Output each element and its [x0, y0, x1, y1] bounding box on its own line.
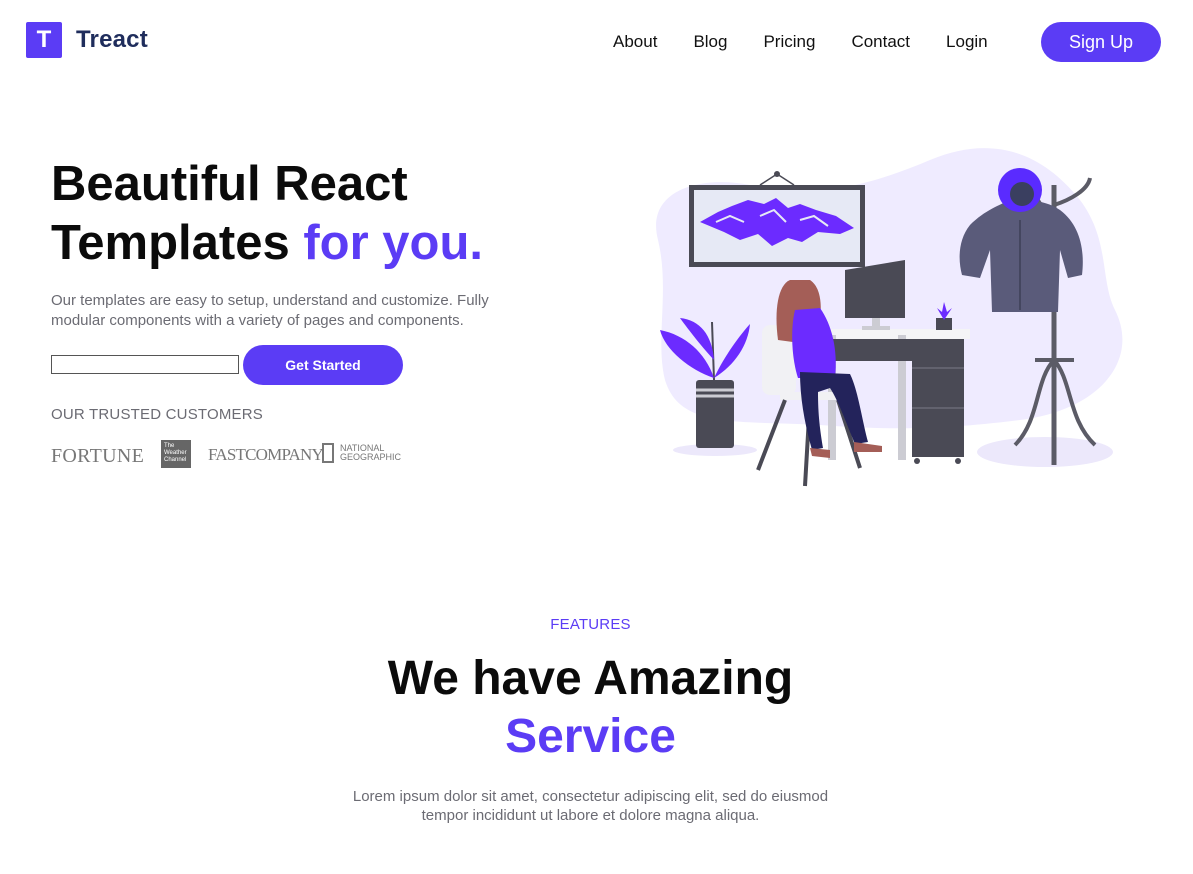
natgeo-frame-icon [322, 443, 334, 463]
hero-title: Beautiful React Templates for you. [51, 155, 483, 273]
features-description: Lorem ipsum dolor sit amet, consectetur … [352, 788, 829, 824]
hero-title-accent: for you. [303, 216, 484, 270]
brand-name: Treact [76, 26, 148, 53]
cabinet-wheel-left [914, 458, 920, 464]
woman-shoe-right [854, 442, 882, 452]
desk-top [820, 329, 970, 339]
nav-contact[interactable]: Contact [851, 32, 910, 52]
hero-title-line1: Beautiful React [51, 157, 408, 211]
nav-about[interactable]: About [613, 32, 657, 52]
fortune-logo: FORTUNE [51, 445, 145, 467]
monitor-base [862, 326, 890, 330]
features-title-accent: Service [505, 710, 676, 763]
jacket-hood-inner [1010, 182, 1034, 206]
features-title: We have Amazing Service [0, 650, 1181, 766]
cabinet-wheel-right [955, 458, 961, 464]
national-geographic-logo: NATIONAL GEOGRAPHIC [322, 443, 410, 463]
hero-illustration [656, 148, 1123, 487]
get-started-button[interactable]: Get Started [243, 345, 403, 385]
fast-company-logo: FASTCOMPANY [208, 445, 324, 464]
nav-login[interactable]: Login [946, 32, 988, 52]
frame-hook-right [776, 173, 795, 186]
signup-button[interactable]: Sign Up [1041, 22, 1161, 62]
brand-logo[interactable]: T Treact [26, 22, 148, 58]
main-nav: About Blog Pricing Contact Login [595, 22, 1006, 62]
natgeo-logo-text: NATIONAL GEOGRAPHIC [340, 443, 402, 462]
desk-cabinet [912, 339, 964, 457]
logo-mark-icon: T [26, 22, 62, 58]
features-title-main: We have Amazing [387, 652, 794, 705]
features-label: FEATURES [550, 616, 631, 633]
frame-nail [774, 171, 780, 177]
hero-description: Our templates are easy to setup, underst… [51, 292, 489, 329]
monitor-screen [845, 260, 905, 318]
nav-blog[interactable]: Blog [693, 32, 727, 52]
frame-hook [759, 173, 778, 186]
woman-shoe-left [810, 448, 830, 458]
weather-channel-logo: The Weather Channel [161, 440, 191, 468]
hero-title-line2: Templates [51, 216, 290, 270]
nav-pricing[interactable]: Pricing [763, 32, 815, 52]
hero-email-input[interactable] [51, 355, 239, 374]
trusted-customers-label: OUR TRUSTED CUSTOMERS [51, 406, 263, 423]
